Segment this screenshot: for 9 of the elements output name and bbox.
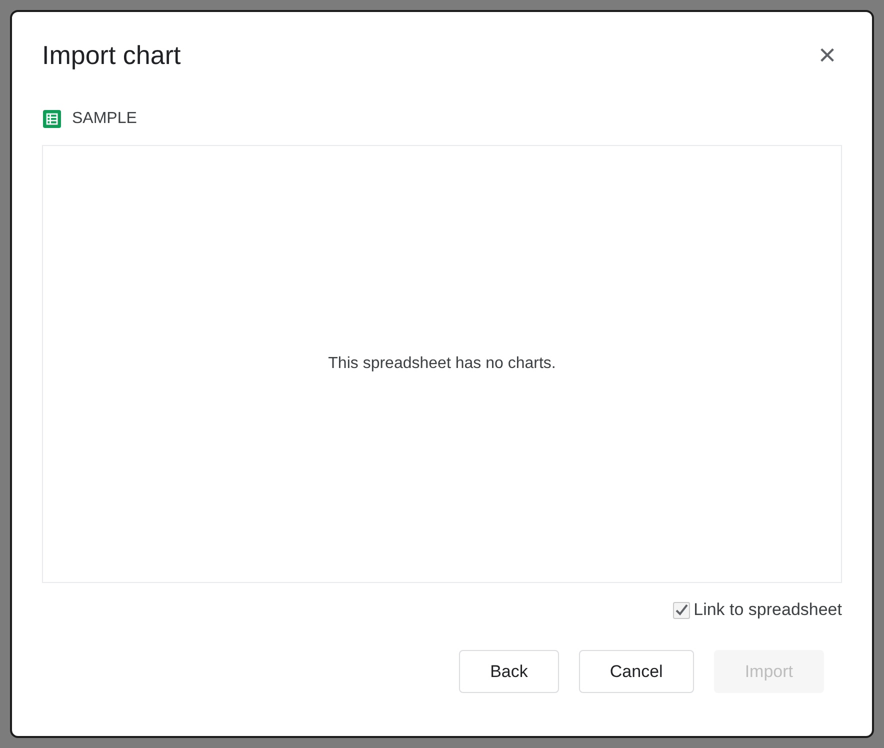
checkbox[interactable]: [672, 602, 690, 618]
close-button[interactable]: ×: [812, 40, 842, 70]
dialog-button[interactable]: Back: [459, 650, 559, 693]
spreadsheet-name: SAMPLE: [72, 110, 137, 128]
dialog-button[interactable]: Cancel: [578, 650, 694, 693]
dialog-title: Import chart: [42, 40, 181, 71]
spreadsheet-icon: [42, 109, 62, 129]
link-checkbox[interactable]: Link to spreadsheet: [672, 600, 842, 620]
empty-message: This spreadsheet has no charts.: [328, 355, 556, 373]
